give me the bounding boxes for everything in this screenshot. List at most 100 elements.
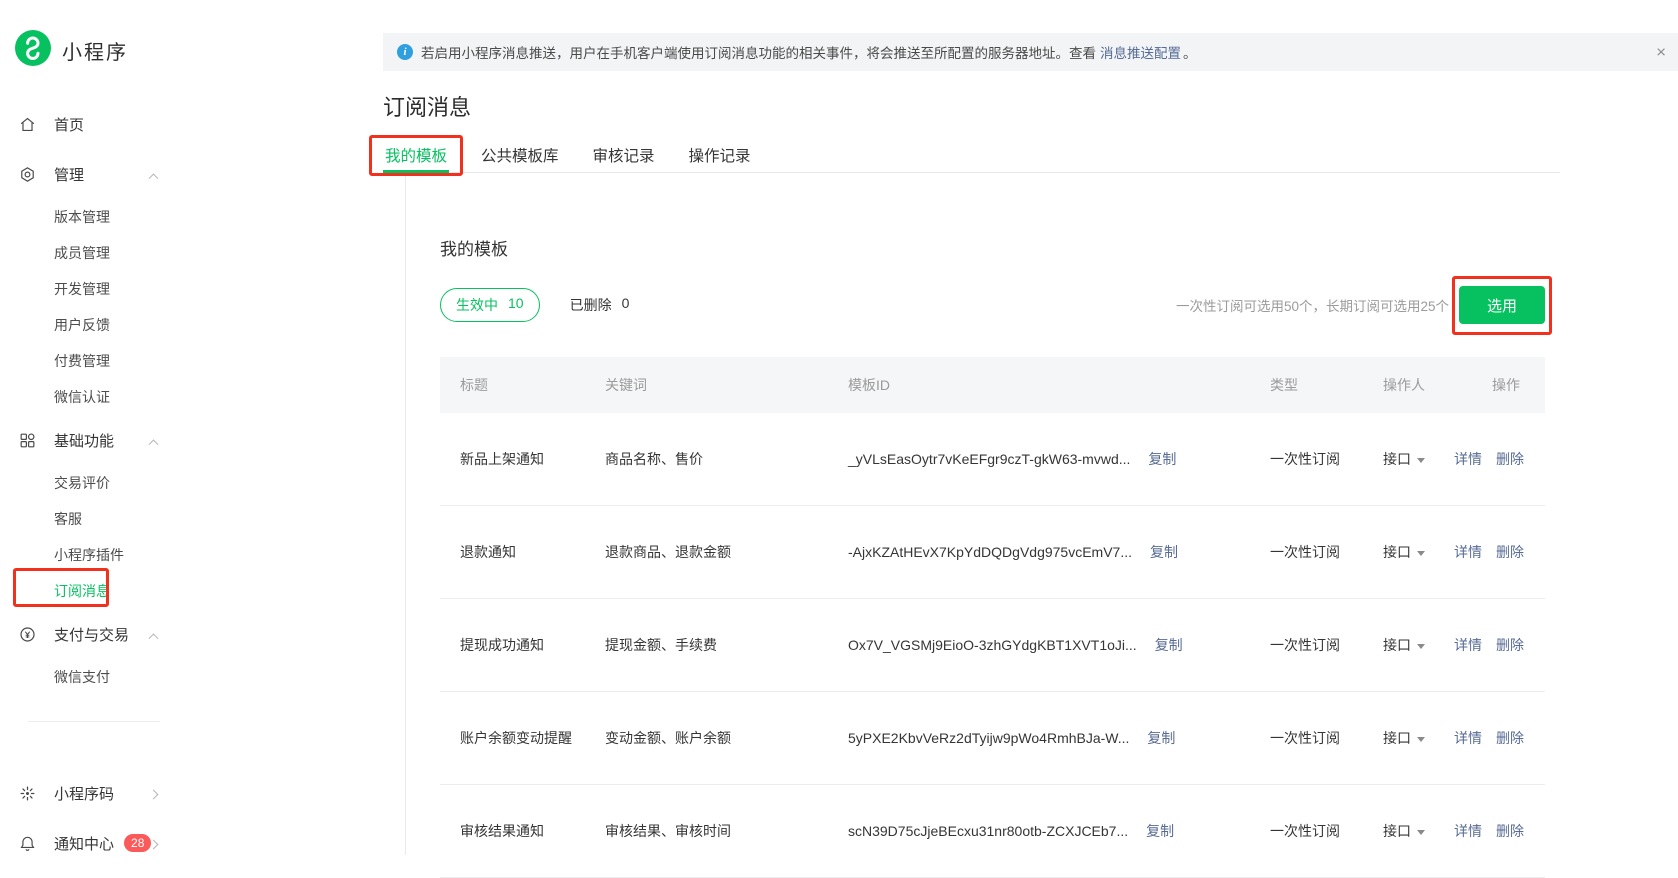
sidebar-item-customer-service[interactable]: 客服 [0, 501, 383, 537]
cell-title: 审核结果通知 [440, 821, 605, 841]
caret-down-icon [1417, 830, 1425, 835]
tab-public-template-library[interactable]: 公共模板库 [479, 142, 561, 173]
select-button[interactable]: 选用 [1459, 286, 1545, 324]
caret-down-icon [1417, 737, 1425, 742]
cell-title: 提现成功通知 [440, 635, 605, 655]
info-icon: i [397, 44, 413, 60]
table-row: 提现成功通知 提现金额、手续费 Ox7V_VGSMj9EioO-3zhGYdgK… [440, 599, 1545, 692]
miniprogram-code-icon [17, 783, 37, 803]
cell-type: 一次性订阅 [1240, 728, 1355, 748]
sidebar-item-payment-and-transactions[interactable]: 支付与交易 [0, 609, 383, 659]
sidebar-item-subscribe-message[interactable]: 订阅消息 [0, 573, 383, 609]
filter-row: 生效中 10 已删除 0 一次性订阅可选用50个，长期订阅可选用25个 选用 [440, 286, 1545, 324]
cell-keywords: 变动金额、账户余额 [605, 728, 848, 748]
operator-dropdown[interactable]: 接口 [1355, 635, 1440, 655]
sidebar-item-home[interactable]: 首页 [0, 99, 383, 149]
detail-link[interactable]: 详情 [1454, 544, 1482, 560]
section-title: 我的模板 [440, 235, 1545, 260]
cell-template-id: 5yPXE2KbvVeRz2dTyijw9pWo4RmhBJa-W... [848, 730, 1129, 746]
operator-dropdown[interactable]: 接口 [1355, 542, 1440, 562]
notification-banner: i 若启用小程序消息推送，用户在手机客户端使用订阅消息功能的相关事件，将会推送至… [383, 33, 1678, 71]
delete-link[interactable]: 删除 [1496, 451, 1524, 467]
filter-active-pill[interactable]: 生效中 10 [440, 288, 540, 322]
sidebar-item-user-feedback[interactable]: 用户反馈 [0, 307, 383, 343]
tab-operation-records[interactable]: 操作记录 [687, 142, 753, 173]
sidebar-divider [28, 721, 160, 722]
table-row: 新品上架通知 商品名称、售价 _yVLsEasOytr7vKeEFgr9czT-… [440, 413, 1545, 506]
main-content: i 若启用小程序消息推送，用户在手机客户端使用订阅消息功能的相关事件，将会推送至… [383, 0, 1678, 855]
management-icon [17, 164, 37, 184]
cell-type: 一次性订阅 [1240, 449, 1355, 469]
chevron-up-icon [150, 166, 157, 183]
sidebar-nav: 首页 管理 版本管理 成员管理 开发管理 用户反馈 付费管理 微信认证 [0, 99, 383, 868]
page-title: 订阅消息 [383, 90, 471, 122]
templates-table: 标题 关键词 模板ID 类型 操作人 操作 新品上架通知 商品名称、售价 _yV… [440, 357, 1545, 878]
table-row: 账户余额变动提醒 变动金额、账户余额 5yPXE2KbvVeRz2dTyijw9… [440, 692, 1545, 785]
caret-down-icon [1417, 551, 1425, 556]
banner-text: 若启用小程序消息推送，用户在手机客户端使用订阅消息功能的相关事件，将会推送至所配… [421, 42, 1096, 62]
delete-link[interactable]: 删除 [1496, 544, 1524, 560]
chevron-right-icon [150, 835, 157, 852]
tab-review-records[interactable]: 审核记录 [591, 142, 657, 173]
detail-link[interactable]: 详情 [1454, 637, 1482, 653]
delete-link[interactable]: 删除 [1496, 823, 1524, 839]
operator-dropdown[interactable]: 接口 [1355, 449, 1440, 469]
header-template-id: 模板ID [848, 375, 1240, 395]
sidebar-item-label: 小程序码 [54, 783, 114, 804]
sidebar-item-wechat-verification[interactable]: 微信认证 [0, 379, 383, 415]
home-icon [17, 114, 37, 134]
chevron-up-icon [150, 626, 157, 643]
detail-link[interactable]: 详情 [1454, 730, 1482, 746]
tab-bar: 我的模板 公共模板库 审核记录 操作记录 [383, 142, 1560, 173]
sidebar-item-transaction-reviews[interactable]: 交易评价 [0, 465, 383, 501]
tab-my-templates[interactable]: 我的模板 [383, 142, 449, 173]
cell-template-id: Ox7V_VGSMj9EioO-3zhGYdgKBT1XVT1oJi... [848, 637, 1137, 653]
cell-keywords: 退款商品、退款金额 [605, 542, 848, 562]
cell-type: 一次性订阅 [1240, 821, 1355, 841]
banner-suffix: 。 [1183, 42, 1197, 62]
copy-link[interactable]: 复制 [1150, 542, 1178, 562]
table-header: 标题 关键词 模板ID 类型 操作人 操作 [440, 357, 1545, 413]
sidebar-item-label: 首页 [54, 114, 84, 135]
sidebar-item-miniprogram-plugins[interactable]: 小程序插件 [0, 537, 383, 573]
quota-note: 一次性订阅可选用50个，长期订阅可选用25个 [1176, 295, 1449, 315]
sidebar-item-label: 管理 [54, 164, 84, 185]
copy-link[interactable]: 复制 [1148, 449, 1176, 469]
close-icon[interactable]: × [1656, 44, 1666, 61]
app-logo: 小程序 [0, 0, 383, 71]
copy-link[interactable]: 复制 [1147, 728, 1175, 748]
payment-icon [17, 624, 37, 644]
detail-link[interactable]: 详情 [1454, 451, 1482, 467]
delete-link[interactable]: 删除 [1496, 637, 1524, 653]
delete-link[interactable]: 删除 [1496, 730, 1524, 746]
sidebar-item-fee-management[interactable]: 付费管理 [0, 343, 383, 379]
caret-down-icon [1417, 644, 1425, 649]
operator-dropdown[interactable]: 接口 [1355, 728, 1440, 748]
sidebar-item-management[interactable]: 管理 [0, 149, 383, 199]
message-push-config-link[interactable]: 消息推送配置 [1100, 42, 1181, 62]
cell-type: 一次性订阅 [1240, 635, 1355, 655]
sidebar: 小程序 首页 管理 版本管理 成员管理 开发管理 用户反馈 付费管理 微信认证 [0, 0, 383, 855]
app-title: 小程序 [62, 36, 128, 65]
sidebar-item-basic-functions[interactable]: 基础功能 [0, 415, 383, 465]
sidebar-item-version-management[interactable]: 版本管理 [0, 199, 383, 235]
operator-dropdown[interactable]: 接口 [1355, 821, 1440, 841]
filter-deleted[interactable]: 已删除 0 [570, 295, 630, 315]
caret-down-icon [1417, 458, 1425, 463]
cell-title: 新品上架通知 [440, 449, 605, 469]
sidebar-item-notification-center[interactable]: 通知中心 28 [0, 818, 383, 868]
header-title: 标题 [440, 375, 605, 395]
filter-active-count: 10 [508, 295, 524, 315]
sidebar-item-label: 基础功能 [54, 430, 114, 451]
sidebar-item-miniprogram-code[interactable]: 小程序码 [0, 768, 383, 818]
sidebar-item-wechat-pay[interactable]: 微信支付 [0, 659, 383, 695]
copy-link[interactable]: 复制 [1146, 821, 1174, 841]
cell-template-id: scN39D75cJjeBEcxu31nr80otb-ZCXJCEb7... [848, 823, 1128, 839]
sidebar-item-member-management[interactable]: 成员管理 [0, 235, 383, 271]
copy-link[interactable]: 复制 [1155, 635, 1183, 655]
basic-functions-icon [17, 430, 37, 450]
header-actions: 操作 [1440, 375, 1545, 395]
sidebar-item-development-management[interactable]: 开发管理 [0, 271, 383, 307]
detail-link[interactable]: 详情 [1454, 823, 1482, 839]
header-type: 类型 [1240, 375, 1355, 395]
